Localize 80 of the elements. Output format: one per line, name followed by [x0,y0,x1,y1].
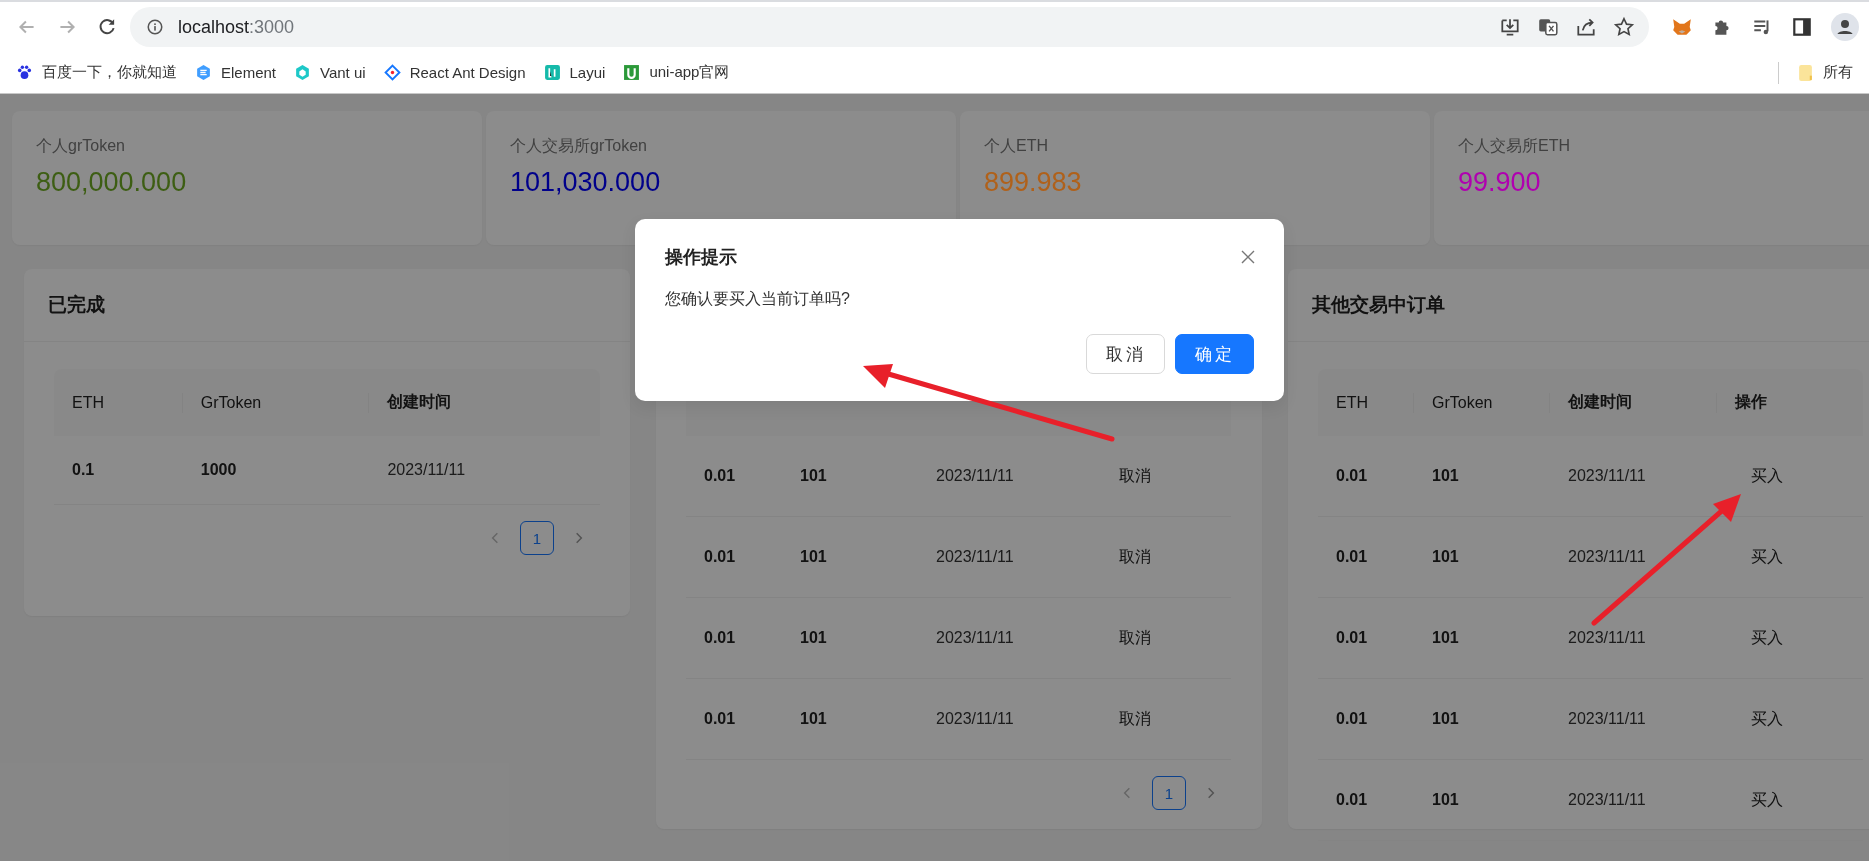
table-cell: 0.01 [1336,548,1368,565]
action-button[interactable]: 取消 [1103,461,1167,491]
confirm-button[interactable]: 确定 [1175,334,1254,374]
table-cell: 101 [800,467,827,484]
table-cell: 101 [800,710,827,727]
table-cell: 2023/11/11 [1568,548,1646,565]
table-cell: 0.01 [1336,791,1368,808]
bookmark-icon [383,64,401,81]
table-cell: 101 [1432,791,1459,808]
dialog-message: 您确认要买入当前订单吗? [665,289,851,309]
bookmark-icon [543,64,561,81]
bookmark-icon [294,64,312,81]
info-icon[interactable] [146,18,164,36]
table-cell: 0.01 [1336,467,1368,484]
table-cell: 2023/11/11 [936,710,1014,727]
bookmark-folder[interactable]: 所有 [1797,63,1853,82]
stat-value: 101,030.000 [510,167,661,198]
cancel-button[interactable]: 取消 [1086,334,1165,374]
stat-label: 个人ETH [984,136,1049,156]
fox-icon[interactable] [1671,16,1693,38]
share-icon[interactable] [1575,16,1597,38]
table-cell: 2023/11/11 [387,461,466,478]
bookmark-item[interactable]: Vant ui [294,64,366,81]
page-button[interactable]: 1 [520,521,554,555]
action-button[interactable]: 买入 [1735,623,1799,653]
table-cell: 101 [1432,629,1459,646]
translate-icon[interactable] [1537,16,1559,38]
panel-title: 已完成 [48,293,105,317]
table-cell: 2023/11/11 [1568,467,1646,484]
panel-title: 其他交易中订单 [1312,293,1445,317]
bookmark-item[interactable]: 百度一下，你就知道 [16,63,177,82]
bookmark-item[interactable]: Layui [543,64,606,81]
stat-value: 899.983 [984,167,1082,198]
page-button[interactable]: 1 [1152,776,1186,810]
table-cell: 0.01 [704,710,736,727]
action-button[interactable]: 取消 [1103,704,1167,734]
table-cell: 0.01 [1336,710,1368,727]
table-cell: 0.1 [72,461,95,478]
table-cell: 0.01 [1336,629,1368,646]
action-button[interactable]: 取消 [1103,623,1167,653]
bookmark-icon [195,64,212,81]
bookmark-icon [16,64,33,81]
table-cell: 2023/11/11 [936,467,1014,484]
table-cell: 1000 [200,461,237,478]
close-icon[interactable] [1240,249,1256,265]
stat-label: 个人grToken [36,136,126,156]
star-icon[interactable] [1613,16,1635,38]
table-cell: 101 [1432,548,1459,565]
install-icon[interactable] [1499,16,1521,38]
bookmark-item[interactable]: React Ant Design [383,64,526,81]
action-button[interactable]: 买入 [1735,542,1799,572]
bookmark-item[interactable]: uni-app官网 [623,63,730,82]
action-button[interactable]: 买入 [1735,461,1799,491]
table-cell: 2023/11/11 [1568,791,1646,808]
table-cell: 101 [1432,467,1459,484]
dialog-title: 操作提示 [665,246,737,269]
stat-value: 800,000.000 [36,167,187,198]
profile-icon[interactable] [1831,13,1859,41]
table-cell: 101 [1432,710,1459,727]
bookmark-icon [623,64,641,81]
bookmark-item[interactable]: Element [195,64,277,81]
stat-value: 99.900 [1458,167,1541,198]
table-cell: 2023/11/11 [1568,710,1646,727]
table-cell: 2023/11/11 [1568,629,1646,646]
action-button[interactable]: 取消 [1103,542,1167,572]
action-button[interactable]: 买入 [1735,785,1799,815]
url-text: localhost:3000 [178,16,295,38]
action-button[interactable]: 买入 [1735,704,1799,734]
table-cell: 101 [800,629,827,646]
address-bar[interactable]: localhost:3000 [130,7,1649,47]
table-cell: 0.01 [704,467,736,484]
side-panel-icon[interactable] [1791,16,1813,38]
folder-icon [1797,64,1814,81]
table-cell: 2023/11/11 [936,629,1014,646]
table-cell: 0.01 [704,629,736,646]
stat-label: 个人交易所grToken [510,136,648,156]
table-cell: 0.01 [704,548,736,565]
stat-label: 个人交易所ETH [1458,136,1571,156]
table-cell: 2023/11/11 [936,548,1014,565]
table-cell: 101 [800,548,827,565]
